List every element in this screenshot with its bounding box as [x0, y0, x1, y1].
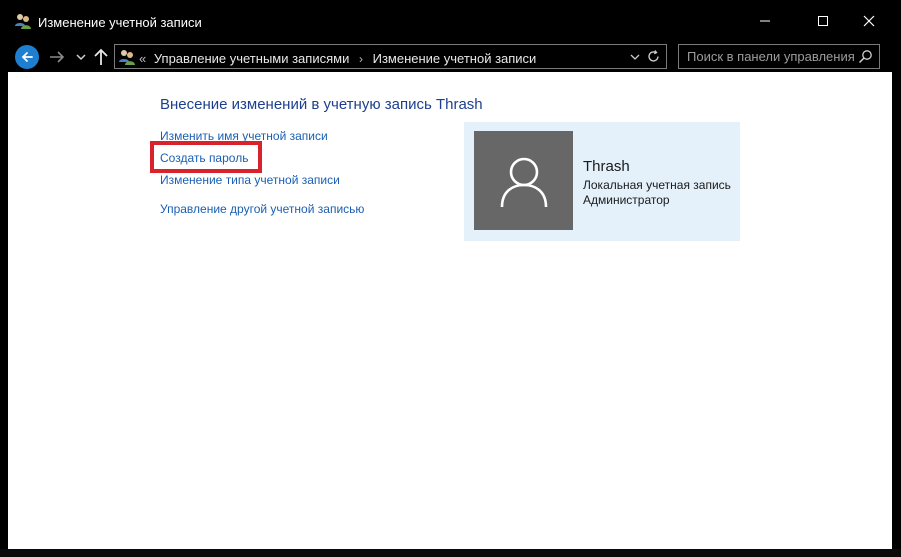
window-bottom-edge [0, 549, 901, 557]
chevron-down-icon[interactable] [75, 51, 87, 63]
account-role: Администратор [583, 193, 670, 207]
minimize-icon [760, 20, 770, 22]
breadcrumb-item-accounts[interactable]: Управление учетными записями [154, 51, 349, 66]
minimize-button[interactable] [742, 0, 788, 42]
account-type: Локальная учетная запись [583, 178, 731, 192]
title-bar: Изменение учетной записи [0, 0, 901, 42]
users-icon [119, 50, 135, 65]
window-title: Изменение учетной записи [38, 15, 202, 30]
account-card: Thrash Локальная учетная запись Админист… [464, 122, 740, 241]
refresh-icon[interactable] [646, 49, 661, 64]
avatar [474, 131, 573, 230]
navigation-bar: « Управление учетными записями › Изменен… [0, 42, 901, 72]
address-controls [626, 45, 666, 68]
search-input[interactable] [679, 45, 854, 68]
arrow-left-icon [21, 52, 33, 62]
search-icon[interactable] [858, 49, 873, 64]
chevron-down-icon[interactable] [630, 52, 640, 62]
breadcrumb-separator[interactable]: › [359, 52, 363, 66]
users-icon [15, 14, 31, 29]
close-icon [863, 15, 875, 27]
manage-another-account-link[interactable]: Управление другой учетной записью [160, 202, 364, 216]
breadcrumb-item-change-account[interactable]: Изменение учетной записи [373, 51, 537, 66]
back-button[interactable] [15, 45, 39, 69]
highlight-box [150, 141, 262, 173]
arrow-up-icon[interactable] [92, 47, 110, 67]
arrow-right-icon[interactable] [48, 48, 66, 66]
change-account-type-link[interactable]: Изменение типа учетной записи [160, 173, 340, 187]
content-pane: Внесение изменений в учетную запись Thra… [8, 72, 892, 549]
breadcrumb: « Управление учетными записями › Изменен… [139, 50, 536, 66]
user-icon [500, 157, 547, 207]
window: Изменение учетной записи « Управление уч… [0, 0, 901, 557]
page-title: Внесение изменений в учетную запись Thra… [160, 96, 483, 113]
search-box [678, 44, 880, 69]
maximize-icon [818, 16, 828, 26]
address-bar[interactable]: « Управление учетными записями › Изменен… [114, 44, 667, 69]
account-name: Thrash [583, 158, 630, 175]
maximize-button[interactable] [800, 0, 846, 42]
close-button[interactable] [846, 0, 892, 42]
breadcrumb-overflow[interactable]: « [139, 51, 146, 66]
